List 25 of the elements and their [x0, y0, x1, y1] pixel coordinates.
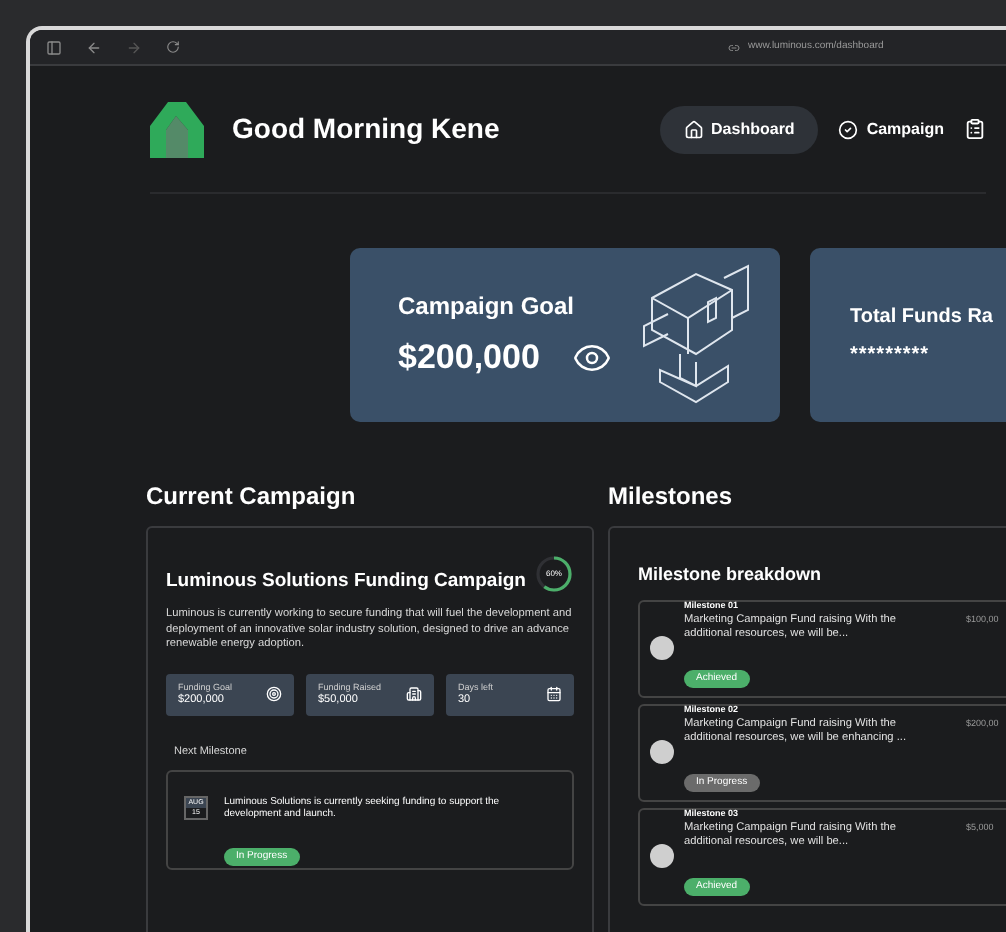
- card-title: Campaign Goal: [398, 289, 577, 324]
- avatar-icon: [650, 636, 674, 660]
- building-icon: [406, 686, 422, 703]
- sidebar-icon[interactable]: [46, 39, 62, 55]
- back-icon[interactable]: [86, 39, 102, 55]
- milestones-title: Milestone breakdown: [638, 562, 824, 588]
- clipboard-icon[interactable]: [964, 118, 986, 140]
- avatar-icon: [650, 740, 674, 764]
- section-title: Current Campaign: [146, 480, 358, 514]
- logo-icon: [150, 101, 204, 157]
- greeting-title: Good Morning Kene: [232, 110, 500, 148]
- nav-tab[interactable]: Dashboard: [659, 105, 819, 153]
- card-value: $200,000: [398, 335, 540, 380]
- card-title: Total Funds Ra: [850, 303, 993, 331]
- target-icon: [266, 686, 282, 703]
- nav-tab[interactable]: Campaign: [838, 105, 944, 153]
- home-icon: [683, 119, 704, 139]
- calendar-icon: [546, 686, 562, 703]
- card-value: *********: [850, 341, 932, 369]
- link-icon: [728, 41, 740, 53]
- check-circle-icon: [838, 119, 859, 139]
- section-title: Milestones: [608, 480, 735, 514]
- avatar-icon: [650, 844, 674, 868]
- reload-icon[interactable]: [166, 40, 180, 54]
- campaign-title: Luminous Solutions Funding Campaign: [166, 568, 526, 596]
